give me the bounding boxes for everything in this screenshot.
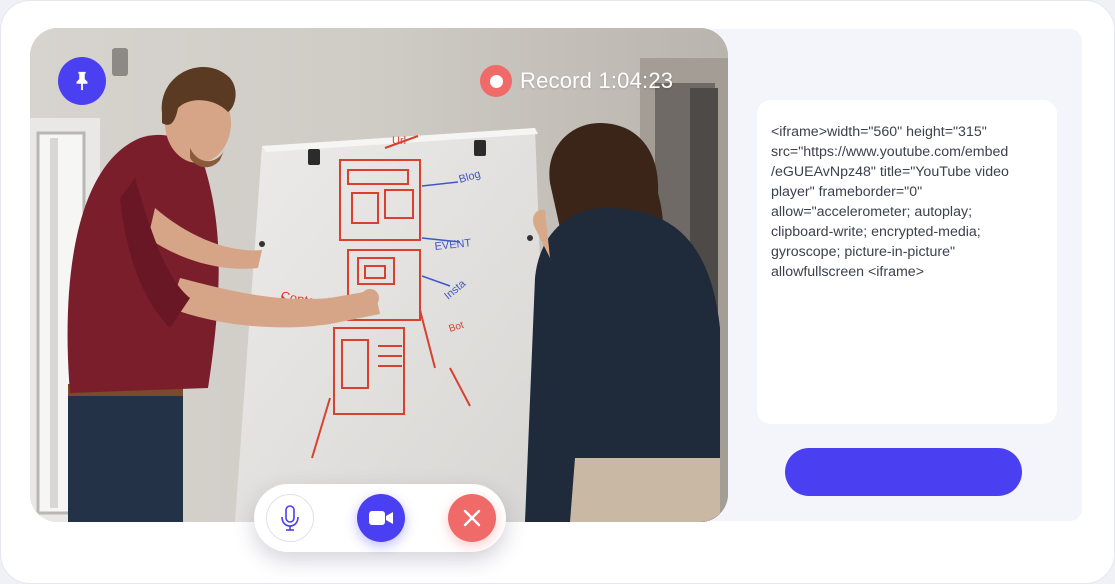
- microphone-button[interactable]: [266, 494, 314, 542]
- microphone-icon: [281, 505, 299, 531]
- embed-code-line: /eGUEAvNpz48" title="YouTube video: [771, 164, 1009, 180]
- embed-code-line: player" frameborder="0": [771, 184, 923, 200]
- copy-embed-button[interactable]: [785, 448, 1022, 496]
- record-dot-icon: [480, 65, 512, 97]
- embed-code-line: allowfullscreen <iframe>: [771, 264, 924, 280]
- svg-text:Url: Url: [392, 135, 406, 147]
- embed-code-line: <iframe>width="560" height="315": [771, 124, 987, 140]
- embed-code-line: clipboard-write; encrypted-media;: [771, 224, 981, 240]
- app-card: <iframe>width="560" height="315" src="ht…: [0, 0, 1115, 584]
- video-frame-image: Content Url Bot Blog EVENT Insta: [30, 28, 728, 522]
- call-controls: [254, 484, 506, 552]
- embed-code-line: gyroscope; picture-in-picture": [771, 244, 956, 260]
- end-call-button[interactable]: [448, 494, 496, 542]
- embed-panel: <iframe>width="560" height="315" src="ht…: [691, 29, 1082, 521]
- video-camera-icon: [369, 511, 393, 525]
- camera-button[interactable]: [357, 494, 405, 542]
- video-feed: Content Url Bot Blog EVENT Insta: [30, 28, 728, 522]
- embed-code-box[interactable]: <iframe>width="560" height="315" src="ht…: [757, 100, 1057, 424]
- embed-code-line: allow="accelerometer; autoplay;: [771, 204, 973, 220]
- pin-icon: [76, 71, 88, 91]
- pin-button[interactable]: [58, 57, 106, 105]
- close-icon: [463, 509, 481, 527]
- record-timer: 1:04:23: [598, 68, 674, 93]
- embed-code-line: src="https://www.youtube.com/embed: [771, 144, 1009, 160]
- record-indicator: Record 1:04:23: [480, 64, 673, 98]
- record-label: Record 1:04:23: [520, 68, 674, 93]
